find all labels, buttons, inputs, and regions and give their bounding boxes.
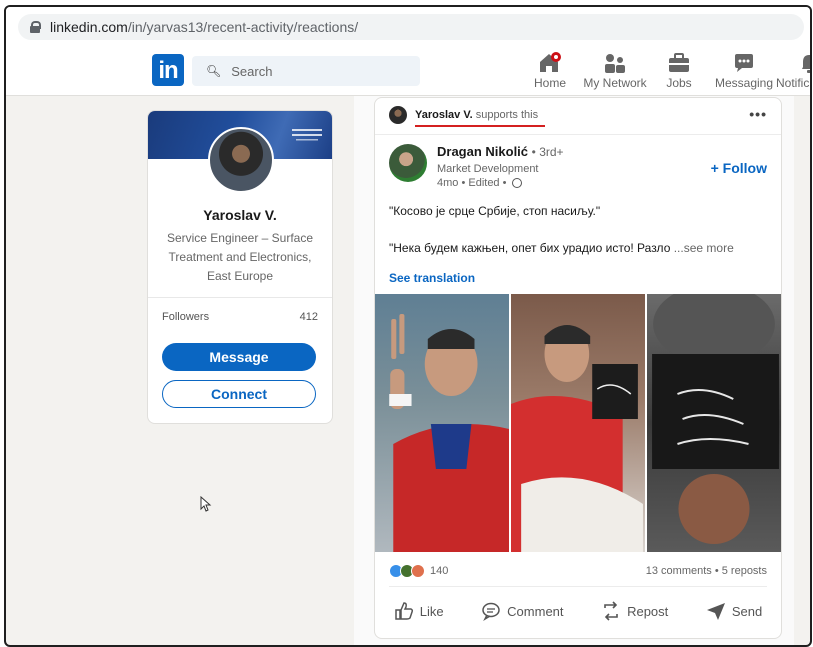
send-icon: [706, 603, 725, 620]
red-underline-annotation: [415, 125, 545, 127]
mouse-cursor-icon: [200, 496, 212, 512]
post-context: Yaroslav V. supports this: [389, 106, 538, 124]
context-action: supports this: [475, 109, 539, 121]
url-path: /in/yarvas13/recent-activity/reactions/: [127, 19, 359, 35]
see-more-link[interactable]: ...see more: [674, 241, 734, 255]
lock-icon: [30, 21, 41, 33]
context-name[interactable]: Yaroslav V.: [415, 109, 473, 121]
post-photo-2[interactable]: [511, 294, 645, 552]
linkedin-nav: in 🔍︎ Search Home My Network Jobs Messag…: [6, 47, 810, 96]
comment-button[interactable]: Comment: [475, 595, 569, 627]
post-photo-3[interactable]: [647, 294, 781, 552]
comments-reposts-count[interactable]: 13 comments • 5 reposts: [646, 565, 767, 577]
context-avatar[interactable]: [389, 106, 407, 124]
followers-row: Followers 412: [162, 311, 318, 323]
followers-label: Followers: [162, 311, 210, 323]
network-icon: [605, 54, 625, 73]
banner-logo-image: [292, 129, 322, 143]
repost-button[interactable]: Repost: [595, 595, 674, 627]
profile-divider: [148, 297, 332, 298]
browser-window: linkedin.com/in/yarvas13/recent-activity…: [4, 5, 812, 647]
author-headline: Market Development: [437, 163, 539, 175]
send-button[interactable]: Send: [700, 595, 768, 627]
search-input[interactable]: 🔍︎ Search: [192, 56, 420, 86]
author-name[interactable]: Dragan Nikolić: [437, 144, 528, 159]
support-reaction-icon: [411, 564, 425, 578]
globe-icon: [511, 178, 522, 188]
author-avatar[interactable]: [389, 144, 427, 182]
post-timestamp: 4mo • Edited •: [437, 177, 507, 189]
post-image-collage[interactable]: [375, 294, 781, 552]
comment-label: Comment: [507, 603, 564, 619]
post-photo-1[interactable]: [375, 294, 509, 552]
nav-label-notifications: Notific: [776, 76, 810, 90]
nav-label-jobs: Jobs: [666, 76, 692, 90]
linkedin-logo[interactable]: in: [152, 54, 184, 86]
message-button[interactable]: Message: [162, 343, 316, 371]
bell-icon: [802, 55, 810, 73]
reaction-count: 140: [430, 565, 449, 577]
repost-icon: [604, 601, 618, 621]
search-icon: 🔍︎: [206, 64, 222, 78]
url-host: linkedin.com: [50, 19, 128, 35]
search-placeholder: Search: [231, 63, 273, 79]
connection-degree: • 3rd+: [531, 145, 564, 159]
like-icon: [395, 602, 413, 620]
feed-post: Yaroslav V. supports this ••• Dragan Nik…: [374, 97, 782, 639]
like-label: Like: [419, 603, 444, 619]
nav-item-notifications[interactable]: Notific: [776, 51, 810, 93]
like-button[interactable]: Like: [388, 595, 450, 627]
repost-label: Repost: [627, 603, 669, 619]
nav-label-my-network: My Network: [583, 76, 647, 90]
see-translation-link[interactable]: See translation: [389, 271, 475, 285]
profile-name[interactable]: Yaroslav V.: [148, 207, 332, 223]
nav-item-my-network[interactable]: My Network: [580, 51, 650, 93]
comment-icon: [482, 602, 500, 621]
connect-button[interactable]: Connect: [162, 380, 316, 408]
profile-avatar[interactable]: [208, 127, 274, 193]
nav-item-jobs[interactable]: Jobs: [662, 51, 696, 93]
profile-headline: Service Engineer – Surface Treatment and…: [166, 231, 314, 283]
messaging-icon: [735, 54, 753, 72]
url-field[interactable]: linkedin.com/in/yarvas13/recent-activity…: [18, 14, 804, 40]
actions-divider: [389, 586, 767, 587]
post-actions: Like Comment Repost Send: [375, 595, 781, 627]
browser-address-bar: linkedin.com/in/yarvas13/recent-activity…: [6, 7, 810, 47]
profile-card: Yaroslav V. Service Engineer – Surface T…: [147, 110, 333, 424]
post-menu-button[interactable]: •••: [749, 106, 767, 122]
nav-item-messaging[interactable]: Messaging: [714, 51, 774, 93]
post-text-line-1: "Косово је срце Србије, стоп насиљу.": [389, 204, 601, 218]
reactions-summary[interactable]: 140: [389, 564, 448, 578]
post-text-line-2-content: "Нека будем кажњен, опет бих урадио исто…: [389, 241, 671, 255]
post-divider: [375, 134, 781, 135]
followers-count: 412: [299, 311, 318, 323]
post-stats: 140 13 comments • 5 reposts: [389, 564, 767, 578]
author-meta: Market Development 4mo • Edited •: [437, 162, 539, 190]
briefcase-icon: [669, 53, 689, 72]
post-text-line-2: "Нека будем кажњен, опет бих урадио исто…: [389, 241, 734, 255]
nav-label-home: Home: [533, 76, 566, 90]
follow-button[interactable]: + Follow: [711, 160, 767, 176]
nav-item-home[interactable]: Home: [528, 51, 572, 93]
home-icon: [540, 52, 561, 72]
author-name-row[interactable]: Dragan Nikolić • 3rd+: [437, 144, 564, 159]
send-label: Send: [731, 603, 763, 619]
nav-label-messaging: Messaging: [714, 76, 774, 90]
